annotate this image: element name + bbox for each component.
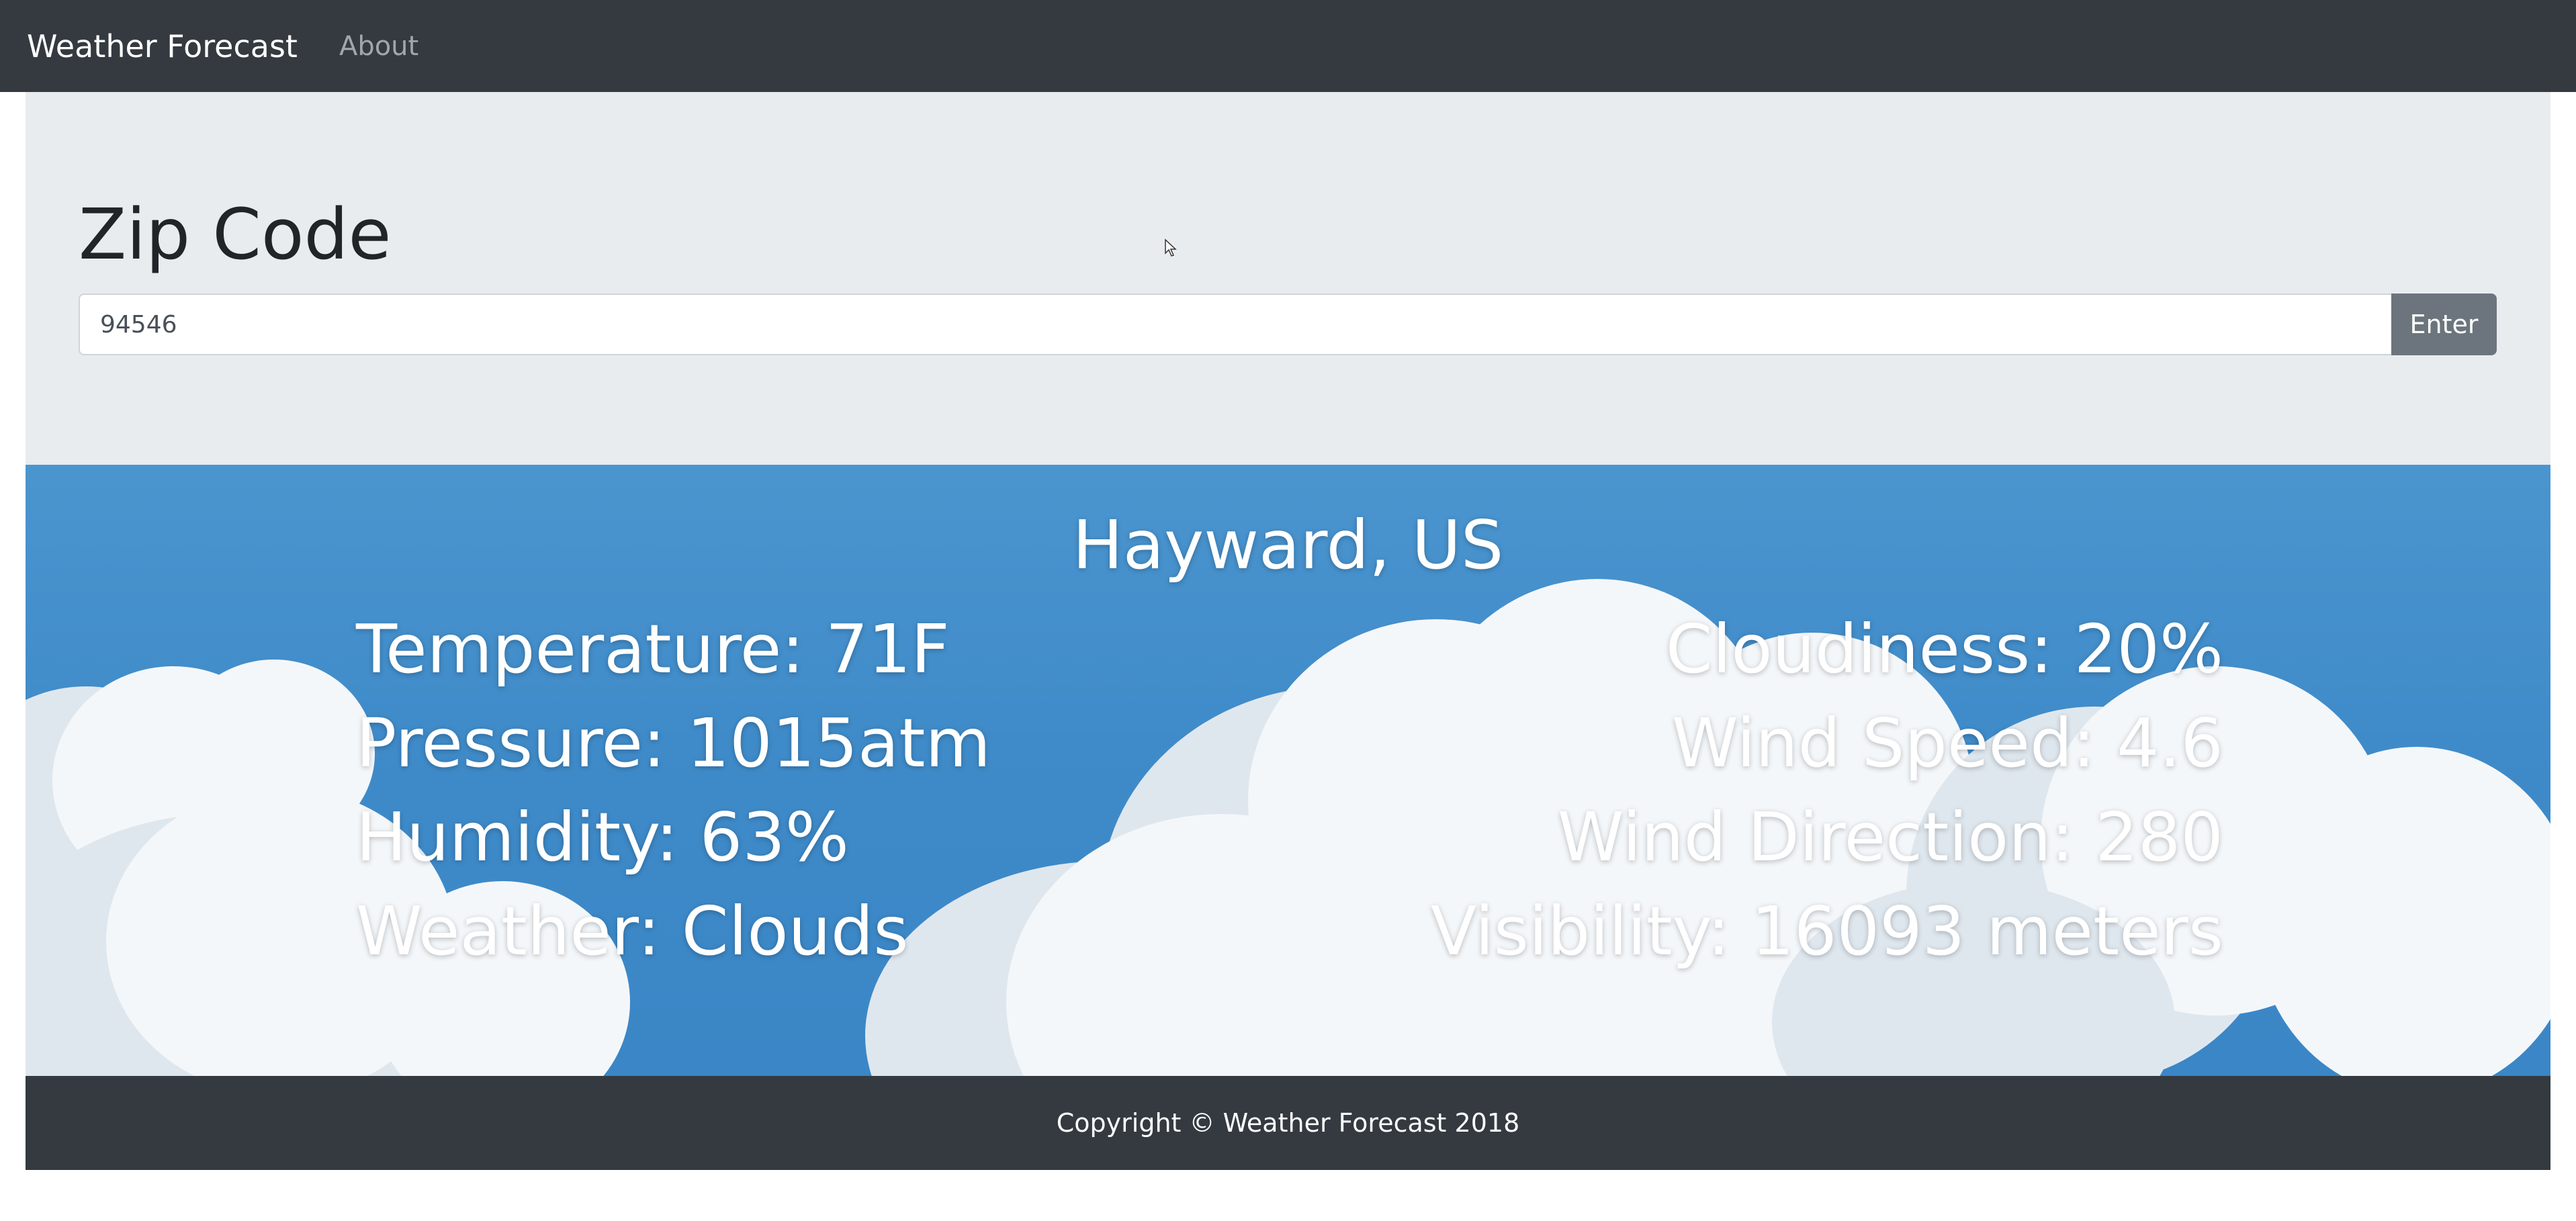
zip-search-section: Zip Code Enter (26, 92, 2550, 465)
zip-input-group: Enter (79, 293, 2497, 355)
brand-link[interactable]: Weather Forecast (27, 28, 298, 64)
zip-code-input[interactable] (79, 293, 2391, 355)
nav-link-about[interactable]: About (339, 31, 418, 62)
copyright-text: Copyright © Weather Forecast 2018 (1056, 1108, 1520, 1138)
navbar: Weather Forecast About (0, 0, 2576, 92)
temperature-value: Temperature: 71F (356, 610, 950, 688)
weather-condition-value: Weather: Clouds (356, 892, 909, 970)
wind-direction-value: Wind Direction: 280 (1557, 798, 2223, 876)
weather-panel: Hayward, US Temperature: 71F Pressure: 1… (26, 465, 2550, 1076)
cloudiness-value: Cloudiness: 20% (1665, 610, 2223, 688)
city-name: Hayward, US (1072, 506, 1504, 584)
visibility-value: Visibility: 16093 meters (1430, 892, 2223, 970)
wind-speed-value: Wind Speed: 4.6 (1671, 704, 2223, 782)
pressure-value: Pressure: 1015atm (356, 704, 991, 782)
footer: Copyright © Weather Forecast 2018 (26, 1076, 2550, 1170)
humidity-value: Humidity: 63% (356, 798, 849, 876)
enter-button[interactable]: Enter (2391, 293, 2497, 355)
mouse-cursor-icon (1165, 238, 1177, 257)
zip-code-heading: Zip Code (79, 193, 392, 275)
